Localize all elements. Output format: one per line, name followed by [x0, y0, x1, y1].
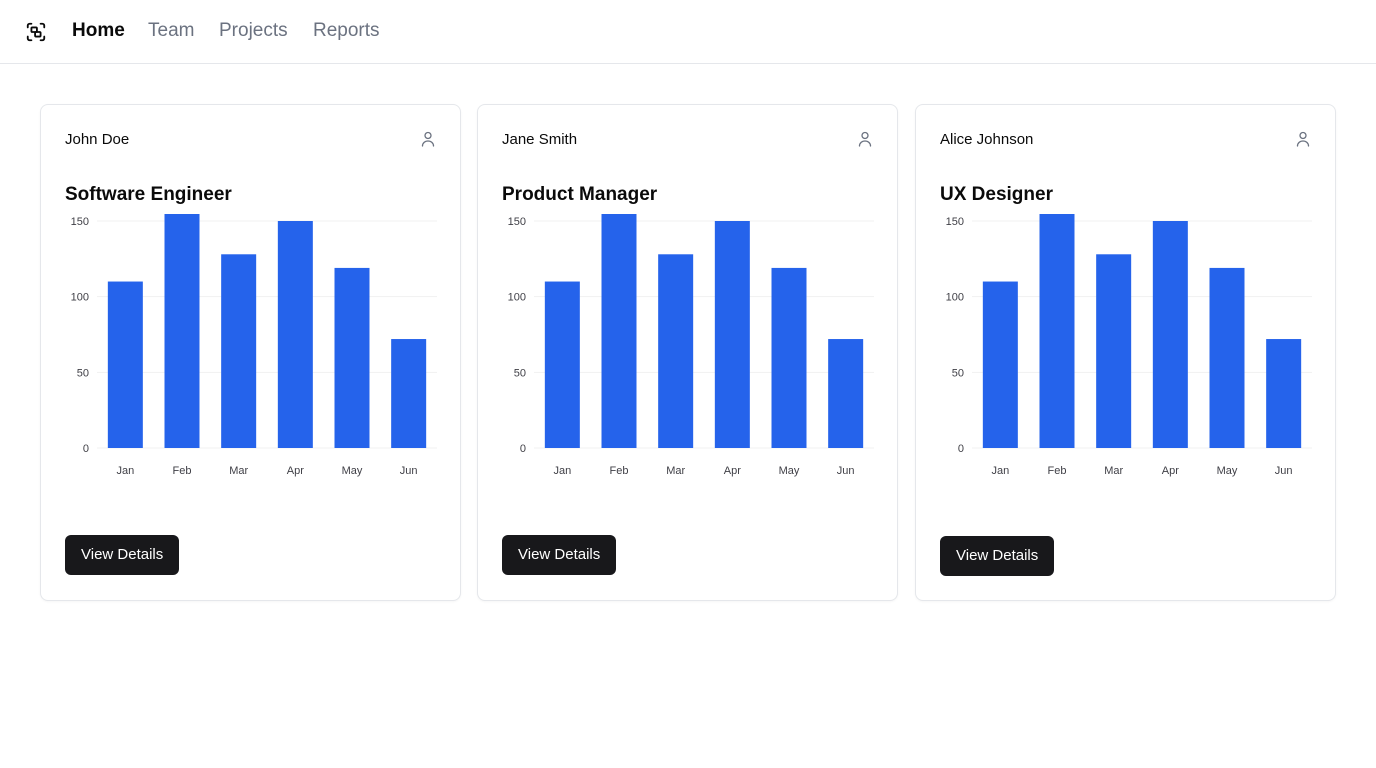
user-icon	[421, 131, 435, 147]
bar-feb[interactable]	[601, 214, 637, 448]
bar-mar[interactable]	[1096, 254, 1132, 448]
bar-mar[interactable]	[221, 254, 257, 448]
bar-jun[interactable]	[828, 339, 864, 448]
employee-card: Jane Smith Product Manager 0 50 100 150 Jan F…	[477, 104, 898, 601]
y-tick-label: 150	[946, 216, 964, 228]
y-tick-label: 0	[83, 443, 89, 455]
x-tick-label: Jun	[837, 465, 855, 477]
y-tick-label: 150	[71, 216, 89, 228]
x-tick-label: Mar	[1104, 465, 1123, 477]
y-tick-label: 100	[508, 292, 526, 304]
x-tick-label: Jan	[991, 465, 1009, 477]
x-tick-label: Mar	[666, 465, 685, 477]
bar-feb[interactable]	[164, 214, 200, 448]
bar-chart: 0 50 100 150 Jan Feb Mar Apr May Jun	[71, 214, 437, 477]
employee-name: Jane Smith	[502, 131, 578, 148]
bar-apr[interactable]	[1152, 221, 1188, 448]
bar-jan[interactable]	[544, 281, 580, 448]
view-details-button[interactable]: View Details	[65, 535, 180, 575]
user-icon	[858, 131, 872, 147]
y-tick-label: 100	[946, 292, 964, 304]
x-tick-label: Feb	[1048, 465, 1067, 477]
x-tick-label: Feb	[173, 465, 192, 477]
view-details-button[interactable]: View Details	[940, 536, 1055, 576]
x-tick-label: May	[1217, 465, 1238, 477]
bar-feb[interactable]	[1039, 214, 1075, 448]
employee-card: John Doe Software Engineer 0 50 100 150 Jan F…	[40, 104, 461, 601]
y-tick-label: 50	[952, 367, 964, 379]
y-tick-label: 100	[71, 292, 89, 304]
bar-apr[interactable]	[714, 221, 750, 448]
bar-apr[interactable]	[277, 221, 313, 448]
x-tick-label: May	[342, 465, 363, 477]
x-tick-label: Jan	[553, 465, 571, 477]
y-tick-label: 150	[508, 216, 526, 228]
user-icon	[1296, 131, 1310, 147]
x-tick-label: Apr	[724, 465, 741, 477]
view-details-button[interactable]: View Details	[502, 535, 617, 575]
bar-chart: 0 50 100 150 Jan Feb Mar Apr May Jun	[946, 214, 1312, 477]
employee-role: Product Manager	[502, 184, 658, 205]
nav-link-projects[interactable]: Projects	[219, 19, 288, 43]
bar-jan[interactable]	[982, 281, 1018, 448]
y-tick-label: 50	[514, 367, 526, 379]
x-tick-label: May	[779, 465, 800, 477]
employee-card: Alice Johnson UX Designer 0 50 100 150 Jan Fe…	[915, 104, 1336, 601]
nav-link-home[interactable]: Home	[72, 19, 125, 43]
y-tick-label: 50	[77, 367, 89, 379]
x-tick-label: Apr	[287, 465, 304, 477]
employee-role: Software Engineer	[65, 184, 232, 205]
bar-jun[interactable]	[391, 339, 427, 448]
bar-jan[interactable]	[107, 281, 143, 448]
employee-role: UX Designer	[940, 184, 1053, 205]
bar-mar[interactable]	[658, 254, 694, 448]
y-tick-label: 0	[958, 443, 964, 455]
bar-may[interactable]	[1209, 267, 1245, 448]
top-navigation: Home Team Projects Reports	[0, 0, 1376, 64]
bar-chart: 0 50 100 150 Jan Feb Mar Apr May Jun	[508, 214, 874, 477]
x-tick-label: Feb	[610, 465, 629, 477]
scan-frame-icon[interactable]	[25, 21, 47, 43]
bar-may[interactable]	[771, 267, 807, 448]
x-tick-label: Mar	[229, 465, 248, 477]
employee-name: John Doe	[65, 131, 130, 148]
nav-link-reports[interactable]: Reports	[313, 19, 380, 43]
x-tick-label: Jun	[1275, 465, 1293, 477]
bar-may[interactable]	[334, 267, 370, 448]
y-tick-label: 0	[520, 443, 526, 455]
employee-name: Alice Johnson	[940, 131, 1034, 148]
x-tick-label: Apr	[1162, 465, 1179, 477]
bar-jun[interactable]	[1266, 339, 1302, 448]
nav-link-team[interactable]: Team	[148, 19, 194, 43]
x-tick-label: Jun	[400, 465, 418, 477]
x-tick-label: Jan	[116, 465, 134, 477]
